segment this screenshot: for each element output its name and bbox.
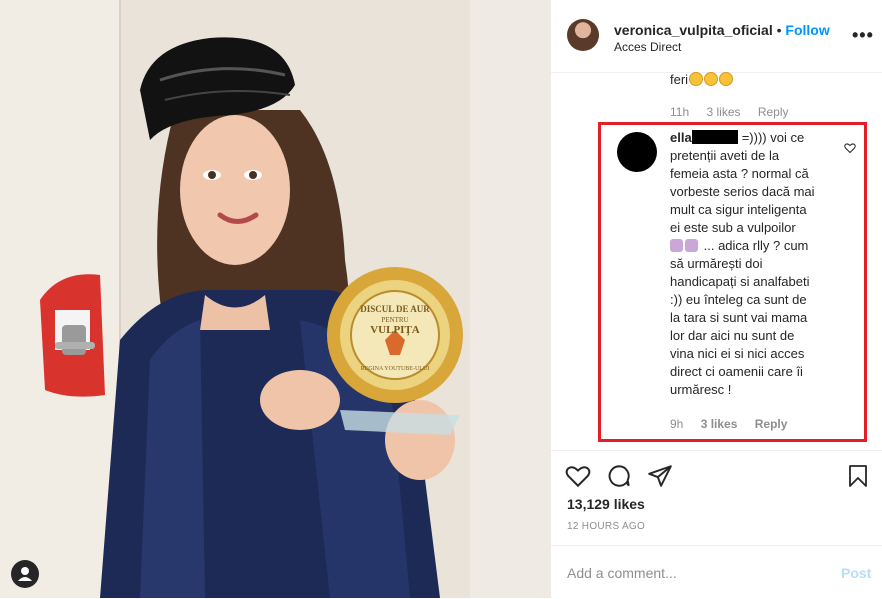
comment-bubble-icon: [608, 465, 630, 487]
commenter-username[interactable]: ella: [670, 130, 692, 145]
person-emoji-icon: [685, 239, 698, 252]
username-link[interactable]: veronica_vulpita_oficial: [614, 22, 773, 38]
ellipsis-icon: •••: [852, 25, 874, 45]
laughing-emoji-icon: [704, 72, 719, 86]
save-button[interactable]: [846, 463, 872, 489]
comment-button[interactable]: [606, 463, 632, 489]
trophy-line-2: PENTRU: [381, 316, 408, 324]
photo-illustration: DISCUL DE AUR PENTRU VULPIȚA REGINA YOUT…: [0, 0, 551, 598]
previous-comment-body: feri: [670, 72, 689, 87]
comment-line: =)))) voi ce: [741, 130, 805, 145]
comments-list: feri 11h 3 likes Reply ella =)))) voi ce …: [551, 72, 882, 450]
paper-plane-icon: [648, 465, 672, 487]
comment-line: pretenții aveti de la: [670, 148, 780, 163]
add-comment-bar: Add a comment... Post: [551, 545, 882, 599]
comment-line: femeia asta ? normal că: [670, 166, 809, 181]
location-link[interactable]: Acces Direct: [614, 40, 681, 54]
likes-count[interactable]: 13,129 likes: [567, 496, 645, 512]
comment-line: direct ci oamenii care îi: [670, 364, 803, 379]
comment-like-button[interactable]: [844, 141, 856, 159]
redaction-bar: [691, 130, 738, 144]
post-comment-button[interactable]: Post: [841, 565, 871, 581]
comment-likes-link[interactable]: 3 likes: [701, 417, 738, 431]
avatar[interactable]: [567, 19, 599, 51]
post-photo[interactable]: DISCUL DE AUR PENTRU VULPIȚA REGINA YOUT…: [0, 0, 551, 598]
comment-line: vorbeste serios dacă mai: [670, 184, 815, 199]
comment-line: :)) eu înteleg ca sunt de: [670, 292, 807, 307]
bookmark-icon: [849, 465, 867, 487]
header-user-row: veronica_vulpita_oficial • Follow: [614, 22, 830, 38]
comment-line: ei este sub a vulpoilor: [670, 220, 796, 235]
post-timestamp: 12 HOURS AGO: [567, 521, 646, 532]
like-button[interactable]: [565, 463, 591, 489]
user-icon: [18, 567, 32, 581]
comment-line: mult ca sigur inteligenta: [670, 202, 807, 217]
comment-line: la tara si sunt vai mama: [670, 310, 808, 325]
previous-comment-meta: 11h 3 likes Reply: [670, 105, 803, 119]
laughing-emoji-icon: [689, 72, 704, 86]
action-bar: [551, 450, 882, 499]
reply-button[interactable]: Reply: [758, 105, 789, 119]
highlighted-comment-meta: 9h 3 likes Reply: [670, 417, 801, 431]
comment-time: 9h: [670, 417, 684, 431]
previous-comment-text: feri: [670, 72, 734, 87]
trophy-line-1: DISCUL DE AUR: [360, 304, 430, 314]
comment-line: vina nici ei si nici acces: [670, 346, 805, 361]
laughing-emoji-icon: [719, 72, 734, 86]
comment-line: handicapați si analfabeti: [670, 274, 810, 289]
comment-input[interactable]: Add a comment...: [567, 565, 677, 581]
share-button[interactable]: [647, 463, 673, 489]
person-emoji-icon: [670, 239, 683, 252]
comment-time: 11h: [670, 105, 690, 119]
post-header: veronica_vulpita_oficial • Follow Acces …: [551, 0, 882, 73]
comment-line: ... adica rlly ? cum: [703, 238, 809, 253]
heart-icon: [844, 143, 856, 154]
more-options-button[interactable]: •••: [852, 26, 874, 44]
tagged-people-button[interactable]: [11, 560, 39, 588]
comment-line: urmăresc !: [670, 382, 732, 397]
comment-line: lor dar aici nu sunt de: [670, 328, 795, 343]
trophy-line-4: REGINA YOUTUBE-ULUI: [361, 366, 430, 372]
commenter-avatar[interactable]: [617, 132, 657, 172]
heart-icon: [565, 466, 591, 488]
post-sidebar: veronica_vulpita_oficial • Follow Acces …: [551, 0, 882, 598]
comment-line: să urmărești doi: [670, 256, 763, 271]
reply-button[interactable]: Reply: [755, 417, 788, 431]
highlighted-comment: ella =)))) voi ce pretenții aveti de la f…: [670, 129, 830, 399]
separator-dot: •: [776, 22, 782, 38]
follow-button[interactable]: Follow: [785, 22, 829, 38]
trophy-line-3: VULPIȚA: [370, 324, 420, 336]
comment-likes-link[interactable]: 3 likes: [706, 105, 740, 119]
